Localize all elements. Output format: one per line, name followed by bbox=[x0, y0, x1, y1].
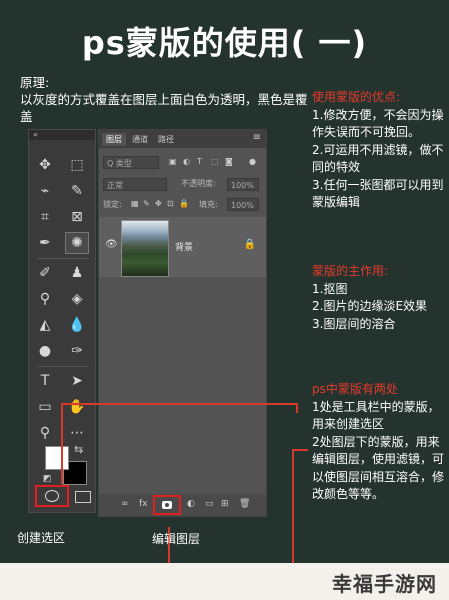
quick-select-tool-icon[interactable]: ✎ bbox=[65, 180, 89, 202]
layer-mask-icon bbox=[162, 501, 172, 509]
purpose-item: 1.抠图 bbox=[312, 281, 348, 296]
lock-artboard-icon[interactable]: ⊡ bbox=[167, 199, 174, 208]
lock-paint-icon[interactable]: ✎ bbox=[143, 199, 150, 208]
panel-menu-icon[interactable]: ≡ bbox=[253, 132, 261, 143]
lock-label: 锁定: bbox=[103, 200, 122, 209]
foreground-color-swatch[interactable] bbox=[45, 446, 69, 470]
layers-bottom-bar: ∞ fx ◐ ▭ ⊞ 🗑 bbox=[99, 494, 266, 516]
tab-layers[interactable]: 图层 bbox=[102, 133, 126, 146]
more-tools-icon[interactable]: ⋯ bbox=[65, 422, 89, 444]
connector-line bbox=[61, 403, 298, 405]
toolbar-divider bbox=[37, 366, 89, 367]
toolbar-divider bbox=[37, 258, 89, 259]
crop-tool-icon[interactable]: ⌗ bbox=[33, 206, 57, 228]
pen-tool-icon[interactable]: ✑ bbox=[65, 340, 89, 362]
opacity-field[interactable]: 100% bbox=[227, 178, 259, 191]
quick-mask-button[interactable] bbox=[35, 485, 69, 507]
connector-line bbox=[61, 403, 63, 484]
watermark-text: 幸福手游网 bbox=[332, 572, 437, 596]
lock-position-icon[interactable]: ✥ bbox=[155, 199, 162, 208]
dodge-tool-icon[interactable]: ● bbox=[33, 340, 57, 362]
rectangle-tool-icon[interactable]: ▭ bbox=[33, 396, 57, 418]
tab-channels[interactable]: 通道 bbox=[128, 133, 152, 146]
watermark-bar: 幸福手游网 bbox=[0, 563, 449, 600]
purpose-item: 2.图片的边缘淡E效果 bbox=[312, 299, 428, 313]
filter-shape-icon[interactable]: ⬚ bbox=[211, 157, 219, 166]
zoom-tool-icon[interactable]: ⚲ bbox=[33, 422, 57, 444]
stamp-tool-icon[interactable]: ♟ bbox=[65, 262, 89, 284]
purpose-item: 3.图层间的溶合 bbox=[312, 316, 396, 331]
layer-lock-icon: 🔒 bbox=[243, 239, 256, 250]
principle-heading: 原理: bbox=[20, 75, 50, 90]
move-tool-icon[interactable]: ✥ bbox=[33, 154, 57, 176]
advantages-heading: 使用蒙版的优点: bbox=[312, 90, 401, 104]
places-heading: ps中蒙版有两处 bbox=[312, 382, 398, 396]
advantage-item: 3.任何一张图都可以用到蒙版编辑 bbox=[312, 177, 444, 210]
add-layer-mask-button[interactable] bbox=[153, 495, 181, 515]
screen-mode-icon[interactable] bbox=[75, 491, 91, 503]
link-layers-icon[interactable]: ∞ bbox=[121, 499, 129, 509]
path-select-tool-icon[interactable]: ➤ bbox=[65, 370, 89, 392]
caption-create-selection: 创建选区 bbox=[17, 531, 66, 545]
swap-colors-icon[interactable]: ⇆ bbox=[74, 443, 83, 456]
filter-adjust-icon[interactable]: ◐ bbox=[183, 157, 190, 166]
advantage-item: 2.可运用不用滤镜，做不同的特效 bbox=[312, 142, 444, 175]
layer-style-icon[interactable]: fx bbox=[139, 499, 148, 509]
hand-tool-icon[interactable]: ✋ bbox=[65, 396, 89, 418]
filter-toggle-icon[interactable]: ● bbox=[249, 157, 256, 166]
places-item: 2处图层下的蒙版，用来编辑图层，使用滤镜，可以使图层间相互溶合，修改颜色等等。 bbox=[312, 434, 445, 502]
tab-paths[interactable]: 路径 bbox=[154, 133, 178, 146]
layer-thumbnail bbox=[121, 220, 169, 277]
spot-heal-tool-icon[interactable]: ✺ bbox=[65, 232, 89, 254]
type-tool-icon[interactable]: T bbox=[33, 370, 57, 392]
new-group-icon[interactable]: ▭ bbox=[205, 499, 214, 509]
kind-filter-select[interactable]: Q 类型 bbox=[103, 156, 159, 169]
caption-edit-layer: 编辑图层 bbox=[152, 532, 201, 546]
purpose-heading: 蒙版的主作用: bbox=[312, 264, 389, 278]
toolbar-collapse[interactable]: « bbox=[29, 130, 95, 140]
eye-icon[interactable]: 👁 bbox=[105, 239, 118, 250]
layer-row[interactable]: 👁 背景 🔒 bbox=[99, 217, 266, 277]
frame-tool-icon[interactable]: ⊠ bbox=[65, 206, 89, 228]
advantages-block: 使用蒙版的优点: 1.修改方便，不会因为操作失误而不可挽回。 2.可运用不用滤镜… bbox=[312, 89, 444, 212]
blur-tool-icon[interactable]: 💧 bbox=[65, 314, 89, 336]
filter-type-icon[interactable]: T bbox=[197, 157, 202, 166]
history-brush-tool-icon[interactable]: ⚲ bbox=[33, 288, 57, 310]
filter-pixel-icon[interactable]: ▣ bbox=[169, 157, 177, 166]
lasso-tool-icon[interactable]: ⌁ bbox=[33, 180, 57, 202]
fill-label: 填充: bbox=[199, 200, 218, 209]
layer-name[interactable]: 背景 bbox=[175, 240, 193, 253]
eyedropper-tool-icon[interactable]: ✒ bbox=[33, 232, 57, 254]
delete-layer-icon[interactable]: 🗑 bbox=[239, 499, 250, 509]
adjustment-layer-icon[interactable]: ◐ bbox=[187, 499, 195, 509]
purpose-block: 蒙版的主作用: 1.抠图 2.图片的边缘淡E效果 3.图层间的溶合 bbox=[312, 263, 444, 333]
opacity-label: 不透明度: bbox=[181, 179, 216, 188]
places-block: ps中蒙版有两处 1处是工具栏中的蒙版，用来创建选区 2处图层下的蒙版，用来编辑… bbox=[312, 381, 444, 504]
marquee-tool-icon[interactable]: ⬚ bbox=[65, 154, 89, 176]
new-layer-icon[interactable]: ⊞ bbox=[221, 499, 229, 509]
page-title: ps蒙版的使用( 一) bbox=[81, 24, 368, 62]
principle-block: 原理: 以灰度的方式覆盖在图层上面白色为透明，黑色是覆盖 bbox=[20, 74, 310, 125]
connector-line bbox=[296, 403, 298, 413]
panel-tabs: 图层 通道 路径 ≡ bbox=[99, 130, 266, 148]
layers-panel: 图层 通道 路径 ≡ Q 类型 ▣ ◐ T ⬚ ◙ ● 正常 不透明度: 100… bbox=[98, 129, 267, 517]
advantage-item: 1.修改方便，不会因为操作失误而不可挽回。 bbox=[312, 107, 444, 140]
principle-body: 以灰度的方式覆盖在图层上面白色为透明，黑色是覆盖 bbox=[20, 92, 308, 124]
default-colors-icon[interactable]: ◩ bbox=[43, 474, 52, 484]
eraser-tool-icon[interactable]: ◈ bbox=[65, 288, 89, 310]
lock-all-icon[interactable]: 🔒 bbox=[179, 199, 189, 208]
fill-field[interactable]: 100% bbox=[227, 198, 259, 211]
bucket-tool-icon[interactable]: ◭ bbox=[33, 314, 57, 336]
places-item: 1处是工具栏中的蒙版，用来创建选区 bbox=[312, 399, 440, 432]
connector-line bbox=[292, 449, 308, 451]
brush-tool-icon[interactable]: ✐ bbox=[33, 262, 57, 284]
quick-mask-icon bbox=[45, 490, 59, 502]
filter-smart-icon[interactable]: ◙ bbox=[225, 157, 233, 166]
blend-mode-select[interactable]: 正常 bbox=[103, 178, 167, 191]
lock-pixels-icon[interactable]: ▦ bbox=[131, 199, 139, 208]
